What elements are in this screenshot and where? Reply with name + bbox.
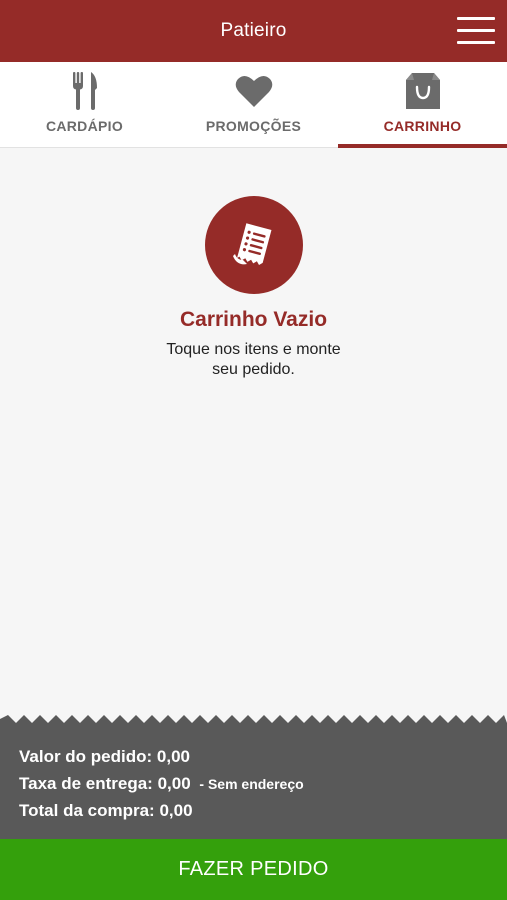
empty-cart-subtitle: Toque nos itens e monte seu pedido. [166, 341, 341, 378]
app-header: Patieiro [0, 0, 507, 62]
delivery-fee-label: Taxa de entrega: [19, 774, 153, 793]
delivery-note: - Sem endereço [199, 776, 304, 792]
tab-label: CARDÁPIO [45, 118, 124, 134]
tab-promocoes[interactable]: PROMOÇÕES [169, 62, 338, 147]
zigzag-divider [0, 715, 507, 729]
receipt-icon [204, 196, 303, 294]
heart-icon [235, 72, 273, 110]
order-value-label: Valor do pedido: [19, 747, 153, 766]
tab-cardapio[interactable]: CARDÁPIO [0, 62, 169, 147]
app-title: Patieiro [220, 20, 287, 41]
hamburger-menu-icon[interactable] [457, 17, 495, 45]
empty-cart-title: Carrinho Vazio [179, 308, 328, 331]
shopping-bag-icon [404, 72, 442, 110]
delivery-fee: 0,00 [157, 774, 191, 793]
tab-bar: CARDÁPIO PROMOÇÕES CARRINHO [0, 62, 507, 148]
tab-label: PROMOÇÕES [205, 118, 302, 134]
total-label: Total da compra: [19, 801, 155, 820]
order-summary: Valor do pedido: 0,00 Taxa de entrega: 0… [0, 728, 507, 839]
total-value: 0,00 [159, 801, 193, 820]
tab-label: CARRINHO [383, 118, 462, 134]
empty-cart-state: Carrinho Vazio Toque nos itens e monte s… [0, 196, 507, 380]
place-order-button[interactable]: FAZER PEDIDO [0, 839, 507, 900]
fork-knife-icon [72, 72, 98, 110]
tab-carrinho[interactable]: CARRINHO [338, 62, 507, 148]
total-row: Total da compra: 0,00 [19, 800, 507, 827]
order-value: 0,00 [156, 747, 190, 766]
delivery-fee-row: Taxa de entrega: 0,00 - Sem endereço [19, 773, 507, 800]
order-value-row: Valor do pedido: 0,00 [19, 746, 507, 773]
